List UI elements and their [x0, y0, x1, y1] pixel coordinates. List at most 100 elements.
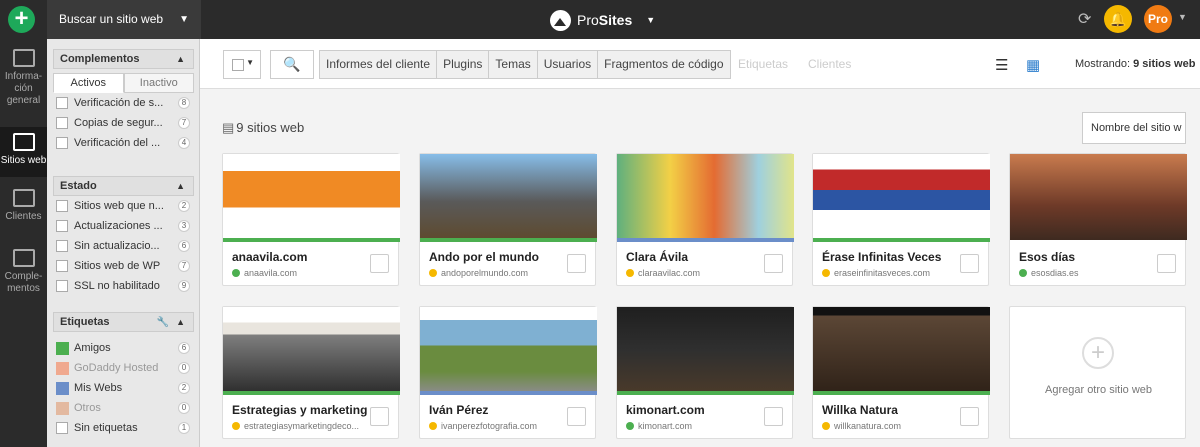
select-checkbox[interactable] [764, 254, 783, 273]
caret-down-icon: ▼ [246, 58, 254, 67]
checkbox[interactable] [56, 200, 68, 212]
site-thumbnail[interactable] [1010, 154, 1187, 240]
search-button[interactable]: 🔍 [270, 50, 314, 79]
notifications-bell-icon[interactable]: 🔔 [1104, 5, 1132, 33]
checkbox[interactable] [56, 280, 68, 292]
wrench-icon[interactable]: 🔧 [157, 313, 169, 332]
checkbox[interactable] [56, 117, 68, 129]
panel-header[interactable]: Estado ▲ [53, 176, 194, 196]
site-thumbnail[interactable] [813, 307, 990, 393]
select-checkbox[interactable] [960, 254, 979, 273]
filter-row[interactable]: Verificación del ... 4 [53, 133, 194, 153]
refresh-icon[interactable]: ⟳ [1078, 9, 1091, 29]
site-name[interactable]: Iván Pérez [429, 403, 564, 417]
sort-dropdown[interactable]: Nombre del sitio w [1082, 112, 1186, 144]
site-name[interactable]: Estrategias y marketing d... [232, 403, 367, 417]
filter-row[interactable]: Sitios web que n... 2 [53, 196, 194, 216]
clients-button[interactable]: Clientes [808, 50, 851, 79]
checkbox[interactable] [56, 240, 68, 252]
checkbox[interactable] [56, 422, 68, 434]
site-card[interactable]: Willka Natura willkanatura.com [812, 306, 990, 439]
checkbox[interactable] [56, 260, 68, 272]
sites-count: ▤ 9 sitios web [222, 120, 304, 136]
add-site-card[interactable]: + Agregar otro sitio web [1009, 306, 1186, 439]
site-thumbnail[interactable] [617, 307, 794, 393]
nav-item-clients[interactable]: Clientes [0, 189, 47, 229]
site-card[interactable]: anaavila.com anaavila.com [222, 153, 400, 286]
search-icon: 🔍 [283, 56, 301, 72]
site-name[interactable]: Willka Natura [822, 403, 957, 417]
tab-inactivo[interactable]: Inactivo [123, 73, 194, 93]
site-thumbnail[interactable] [813, 154, 990, 240]
site-card[interactable]: Estrategias y marketing d... estrategiasy… [222, 306, 400, 439]
site-card[interactable]: Iván Pérez ivanperezfotografia.com [419, 306, 597, 439]
grid-view-icon[interactable]: ▦ [1026, 56, 1040, 74]
count-badge: 0 [178, 402, 190, 414]
site-name[interactable]: kimonart.com [626, 403, 761, 417]
filter-row[interactable]: Actualizaciones ... 3 [53, 216, 194, 236]
filter-row[interactable]: Copias de segur... 7 [53, 113, 194, 133]
select-checkbox[interactable] [370, 407, 389, 426]
chevron-up-icon[interactable]: ▲ [176, 313, 185, 332]
add-site-button[interactable]: + [8, 6, 35, 33]
site-name[interactable]: Clara Ávila [626, 250, 761, 264]
site-name[interactable]: Esos días [1019, 250, 1154, 264]
site-card[interactable]: kimonart.com kimonart.com [616, 306, 794, 439]
filter-row[interactable]: SSL no habilitado 9 [53, 276, 194, 296]
select-checkbox[interactable] [1157, 254, 1176, 273]
nav-item-overview[interactable]: Informa-ción general [0, 49, 47, 127]
checkbox[interactable] [56, 220, 68, 232]
site-url-text: andoporelmundo.com [441, 268, 529, 278]
checkbox[interactable] [56, 97, 68, 109]
site-url: estrategiasymarketingdeco... [232, 421, 367, 431]
filter-row[interactable]: Sin actualizacio... 6 [53, 236, 194, 256]
tag-row[interactable]: Amigos 6 [53, 338, 194, 358]
plugins-button[interactable]: Plugins [437, 51, 490, 78]
site-name[interactable]: anaavila.com [232, 250, 367, 264]
site-thumbnail[interactable] [420, 307, 597, 393]
count-badge: 9 [178, 280, 190, 292]
nav-item-sites[interactable]: Sitios web [0, 127, 47, 177]
site-thumbnail[interactable] [223, 154, 400, 240]
site-card[interactable]: Ando por el mundo andoporelmundo.com [419, 153, 597, 286]
site-name[interactable]: Ando por el mundo [429, 250, 564, 264]
select-checkbox[interactable] [960, 407, 979, 426]
tag-row[interactable]: Sin etiquetas 1 [53, 418, 194, 438]
site-card[interactable]: Esos días esosdias.es [1009, 153, 1187, 286]
tag-row[interactable]: GoDaddy Hosted 0 [53, 358, 194, 378]
user-avatar[interactable]: Pro [1144, 5, 1172, 33]
tab-activos[interactable]: Activos [53, 73, 124, 93]
brand-menu[interactable]: ProSites ▼ [550, 8, 655, 32]
checkbox[interactable] [56, 137, 68, 149]
filter-row[interactable]: Verificación de s... 8 [53, 93, 194, 113]
client-reports-button[interactable]: Informes del cliente [320, 51, 438, 78]
select-checkbox[interactable] [764, 407, 783, 426]
nav-item-plugins[interactable]: Comple-mentos [0, 249, 47, 304]
select-checkbox[interactable] [567, 254, 586, 273]
tags-button[interactable]: Etiquetas [738, 50, 788, 79]
panel-header[interactable]: Complementos ▲ [53, 49, 194, 69]
select-all-dropdown[interactable]: ▼ [223, 50, 261, 79]
filter-row[interactable]: Sitios web de WP 7 [53, 256, 194, 276]
tag-row[interactable]: Mis Webs 2 [53, 378, 194, 398]
site-name[interactable]: Érase Infinitas Veces [822, 250, 957, 264]
users-button[interactable]: Usuarios [538, 51, 599, 78]
panel-title: Estado [60, 180, 97, 192]
site-card[interactable]: Érase Infinitas Veces eraseinfinitasveces… [812, 153, 990, 286]
list-view-icon[interactable]: ☰ [995, 56, 1008, 74]
snippets-button[interactable]: Fragmentos de código [598, 51, 729, 78]
site-thumbnail[interactable] [420, 154, 597, 240]
panel-header[interactable]: Etiquetas 🔧 ▲ [53, 312, 194, 332]
select-checkbox[interactable] [370, 254, 389, 273]
site-thumbnail[interactable] [223, 307, 400, 393]
caret-down-icon[interactable]: ▼ [1178, 12, 1187, 22]
site-card[interactable]: Clara Ávila claraavilac.com [616, 153, 794, 286]
site-thumbnail[interactable] [617, 154, 794, 240]
site-search-dropdown[interactable]: Buscar un sitio web ▼ [47, 0, 201, 39]
chevron-up-icon[interactable]: ▲ [176, 50, 185, 69]
select-checkbox[interactable] [567, 407, 586, 426]
checkbox[interactable] [232, 59, 244, 71]
tag-row[interactable]: Otros 0 [53, 398, 194, 418]
chevron-up-icon[interactable]: ▲ [176, 177, 185, 196]
themes-button[interactable]: Temas [489, 51, 538, 78]
